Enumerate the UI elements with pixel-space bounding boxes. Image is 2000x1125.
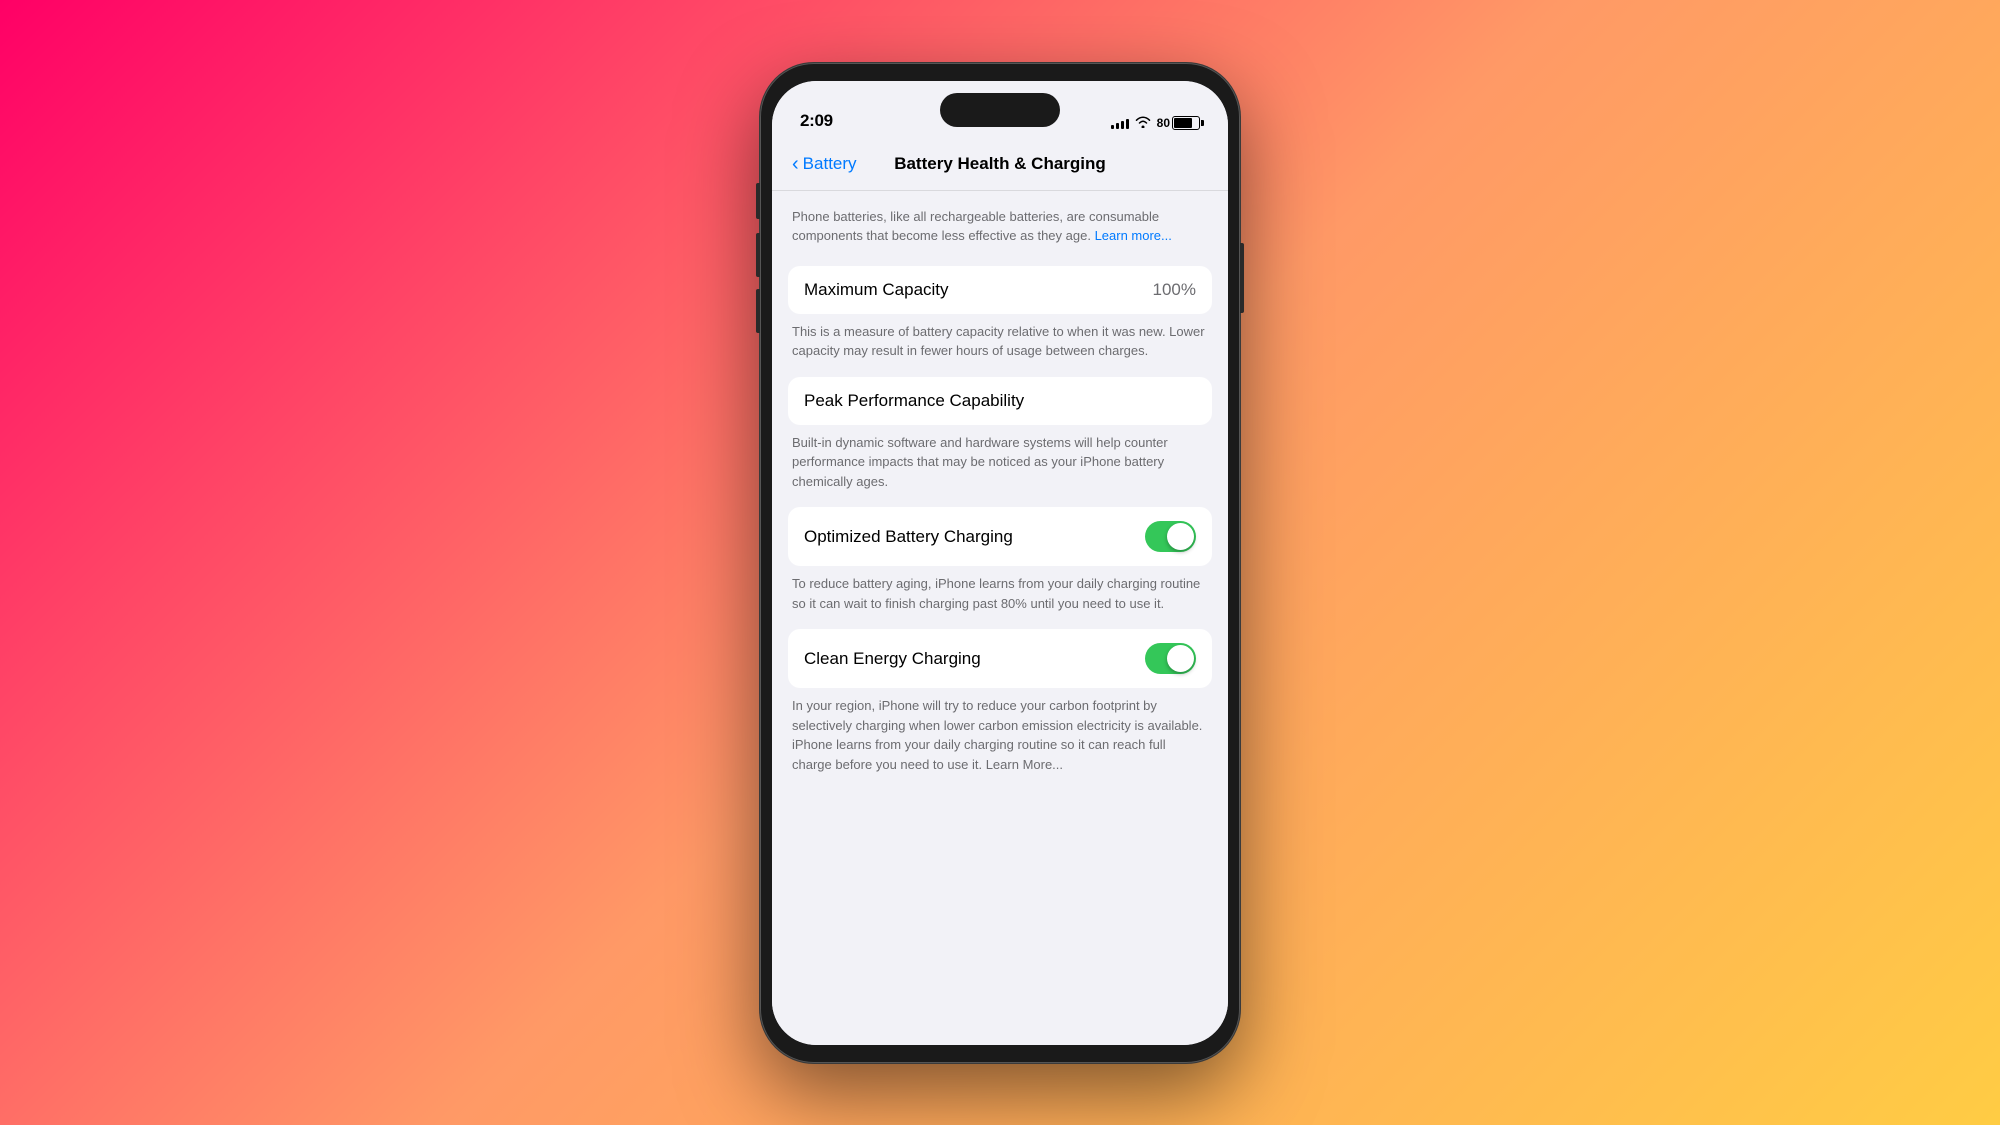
phone-body: 2:09 <box>760 63 1240 1063</box>
intro-paragraph: Phone batteries, like all rechargeable b… <box>788 207 1212 246</box>
optimized-charging-description: To reduce battery aging, iPhone learns f… <box>788 570 1212 629</box>
signal-icon <box>1111 117 1129 129</box>
back-chevron-icon: ‹ <box>792 154 799 174</box>
navigation-bar: ‹ Battery Battery Health & Charging <box>772 139 1228 191</box>
back-button[interactable]: ‹ Battery <box>792 154 857 174</box>
maximum-capacity-label: Maximum Capacity <box>804 280 949 300</box>
battery-percent: 80 <box>1157 116 1170 130</box>
peak-performance-label: Peak Performance Capability <box>804 391 1024 411</box>
toggle-thumb <box>1167 523 1194 550</box>
clean-energy-toggle-track <box>1145 643 1196 674</box>
volume-up-button[interactable] <box>756 233 760 277</box>
dynamic-island <box>940 93 1060 127</box>
signal-bar-1 <box>1111 125 1114 129</box>
battery-status: 80 <box>1157 116 1200 130</box>
signal-bar-3 <box>1121 121 1124 129</box>
page-title: Battery Health & Charging <box>894 154 1106 174</box>
signal-bar-2 <box>1116 123 1119 129</box>
toggle-track <box>1145 521 1196 552</box>
phone-screen: 2:09 <box>772 81 1228 1045</box>
back-label: Battery <box>803 154 857 174</box>
clean-energy-toggle-thumb <box>1167 645 1194 672</box>
clean-energy-learn-more-link[interactable]: Learn More... <box>986 757 1063 772</box>
maximum-capacity-card: Maximum Capacity 100% <box>788 266 1212 314</box>
maximum-capacity-value: 100% <box>1153 280 1196 300</box>
mute-button[interactable] <box>756 183 760 219</box>
phone-frame: 2:09 <box>760 63 1240 1063</box>
optimized-charging-label: Optimized Battery Charging <box>804 527 1013 547</box>
optimized-charging-card: Optimized Battery Charging <box>788 507 1212 566</box>
clean-energy-toggle[interactable] <box>1145 643 1196 674</box>
clean-energy-description: In your region, iPhone will try to reduc… <box>788 692 1212 790</box>
optimized-charging-row: Optimized Battery Charging <box>788 507 1212 566</box>
status-icons: 80 <box>1111 116 1200 131</box>
status-time: 2:09 <box>800 111 833 131</box>
battery-fill <box>1174 118 1192 128</box>
peak-performance-card: Peak Performance Capability <box>788 377 1212 425</box>
wifi-icon <box>1135 116 1151 131</box>
optimized-charging-toggle[interactable] <box>1145 521 1196 552</box>
battery-icon <box>1172 116 1200 130</box>
maximum-capacity-description: This is a measure of battery capacity re… <box>788 318 1212 377</box>
power-button[interactable] <box>1240 243 1244 313</box>
signal-bar-4 <box>1126 119 1129 129</box>
learn-more-link[interactable]: Learn more... <box>1095 228 1172 243</box>
clean-energy-row: Clean Energy Charging <box>788 629 1212 688</box>
clean-energy-label: Clean Energy Charging <box>804 649 981 669</box>
maximum-capacity-row: Maximum Capacity 100% <box>788 266 1212 314</box>
volume-down-button[interactable] <box>756 289 760 333</box>
content-area: Phone batteries, like all rechargeable b… <box>772 191 1228 1045</box>
peak-performance-description: Built-in dynamic software and hardware s… <box>788 429 1212 508</box>
clean-energy-card: Clean Energy Charging <box>788 629 1212 688</box>
peak-performance-row: Peak Performance Capability <box>788 377 1212 425</box>
